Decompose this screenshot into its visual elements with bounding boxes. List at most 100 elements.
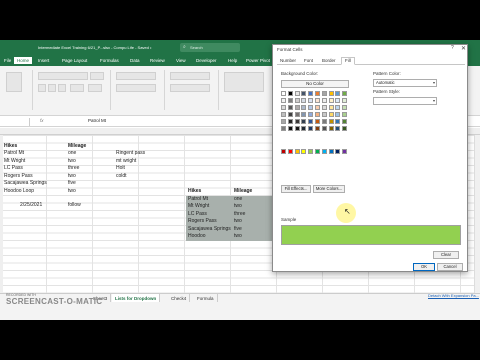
search-box[interactable]: ⌕ Search bbox=[180, 43, 240, 52]
color-swatch[interactable] bbox=[281, 119, 286, 124]
color-swatch[interactable] bbox=[294, 91, 300, 96]
color-swatch[interactable] bbox=[301, 149, 307, 154]
underline-button[interactable] bbox=[58, 84, 66, 92]
color-swatch[interactable] bbox=[321, 149, 327, 154]
color-swatch[interactable] bbox=[294, 98, 300, 103]
color-swatch[interactable] bbox=[315, 105, 320, 110]
color-swatch[interactable] bbox=[328, 98, 334, 103]
color-swatch[interactable] bbox=[342, 98, 348, 103]
styles-group[interactable] bbox=[224, 72, 264, 92]
color-swatch[interactable] bbox=[342, 126, 348, 131]
color-swatch[interactable] bbox=[301, 98, 307, 103]
number-format-buttons[interactable] bbox=[170, 84, 210, 92]
color-swatch[interactable] bbox=[308, 119, 314, 124]
color-swatch[interactable] bbox=[308, 149, 314, 154]
color-swatch[interactable] bbox=[301, 105, 307, 110]
color-swatch[interactable] bbox=[342, 119, 348, 124]
tab-number[interactable]: Number bbox=[277, 58, 299, 63]
table-cell[interactable]: two bbox=[232, 233, 272, 241]
color-swatch[interactable] bbox=[342, 105, 348, 110]
color-swatch[interactable] bbox=[321, 98, 327, 103]
color-swatch[interactable] bbox=[321, 119, 327, 124]
cell-extra[interactable]: mt wright bbox=[116, 158, 136, 164]
fill-effects-button[interactable]: Fill Effects... bbox=[281, 185, 311, 193]
status-link[interactable]: Detach With Expansion Pa... bbox=[428, 293, 479, 298]
menu-file[interactable]: File bbox=[4, 58, 11, 63]
close-icon[interactable]: ✕ bbox=[461, 45, 466, 52]
color-swatch[interactable] bbox=[301, 126, 307, 131]
cell-extra[interactable]: Ringent pass bbox=[116, 150, 145, 156]
cell-fill-label[interactable]: follow bbox=[68, 202, 81, 208]
help-icon[interactable]: ? bbox=[451, 45, 454, 51]
pattern-color-select[interactable]: Automatic ▾ bbox=[373, 79, 437, 87]
color-swatch[interactable] bbox=[287, 126, 293, 131]
color-swatch[interactable] bbox=[328, 91, 334, 96]
table-cell[interactable]: Rogers Pass bbox=[186, 218, 232, 226]
color-swatch[interactable] bbox=[281, 98, 286, 103]
formula-content[interactable]: Patrol Mt bbox=[88, 118, 106, 123]
menu-view[interactable]: View bbox=[176, 58, 186, 63]
color-swatch[interactable] bbox=[294, 112, 300, 117]
color-swatch[interactable] bbox=[328, 112, 334, 117]
name-box[interactable] bbox=[0, 118, 30, 126]
bold-button[interactable] bbox=[38, 84, 46, 92]
cell-hike[interactable]: Hoodoo Loop bbox=[4, 188, 34, 194]
menu-help[interactable]: Help bbox=[228, 58, 237, 63]
color-swatch[interactable] bbox=[315, 112, 320, 117]
color-swatch[interactable] bbox=[321, 126, 327, 131]
cell-extra[interactable]: Holt bbox=[116, 165, 125, 171]
alignment-group-2[interactable] bbox=[116, 84, 156, 92]
menu-insert[interactable]: Insert bbox=[38, 58, 49, 63]
color-swatch[interactable] bbox=[294, 119, 300, 124]
color-swatch[interactable] bbox=[294, 126, 300, 131]
menu-power-pivot[interactable]: Power Pivot bbox=[246, 58, 270, 63]
color-swatch[interactable] bbox=[315, 119, 320, 124]
table-cell[interactable]: two bbox=[232, 203, 272, 211]
color-swatch[interactable] bbox=[287, 105, 293, 110]
menu-developer[interactable]: Developer bbox=[196, 58, 217, 63]
cell-mileage[interactable]: five bbox=[68, 180, 76, 186]
no-color-button[interactable]: No Color bbox=[281, 80, 349, 88]
menu-home[interactable]: Home bbox=[14, 57, 33, 64]
color-swatch[interactable] bbox=[287, 112, 293, 117]
cell-date[interactable]: 2/25/2021 bbox=[20, 202, 42, 208]
color-swatch[interactable] bbox=[328, 119, 334, 124]
color-swatch[interactable] bbox=[335, 149, 341, 154]
cell-mileage[interactable]: three bbox=[68, 165, 79, 171]
font-name-select[interactable] bbox=[38, 72, 88, 80]
tab-font[interactable]: Font bbox=[301, 58, 316, 63]
color-swatch[interactable] bbox=[315, 98, 320, 103]
cell-hikes-header[interactable]: Hikes bbox=[4, 143, 17, 149]
color-swatch[interactable] bbox=[301, 119, 307, 124]
color-swatch[interactable] bbox=[335, 91, 341, 96]
cell-mileage[interactable]: one bbox=[68, 150, 76, 156]
table-cell[interactable]: three bbox=[232, 210, 272, 218]
color-swatch[interactable] bbox=[321, 91, 327, 96]
color-swatch[interactable] bbox=[301, 112, 307, 117]
cell-hike[interactable]: Patrol Mt bbox=[4, 150, 24, 156]
color-swatch[interactable] bbox=[281, 91, 286, 96]
color-swatch[interactable] bbox=[308, 105, 314, 110]
tab-border[interactable]: Border bbox=[319, 58, 339, 63]
menu-formulas[interactable]: Formulas bbox=[100, 58, 119, 63]
cell-hike[interactable]: Sacajawea Springs bbox=[4, 180, 47, 186]
menu-page-layout[interactable]: Page Layout bbox=[62, 58, 87, 63]
more-colors-button[interactable]: More Colors... bbox=[313, 185, 345, 193]
table-cell[interactable]: Sacajawea Springs bbox=[186, 225, 232, 233]
color-swatch[interactable] bbox=[328, 126, 334, 131]
table-cell[interactable]: two bbox=[232, 218, 272, 226]
cell-hike[interactable]: Rogers Pass bbox=[4, 173, 33, 179]
number-format-select[interactable] bbox=[170, 72, 210, 80]
cell-mileage[interactable]: two bbox=[68, 188, 76, 194]
cell-mileage-header[interactable]: Mileage bbox=[68, 143, 86, 149]
color-swatch[interactable] bbox=[335, 112, 341, 117]
cell-hike[interactable]: Mt Wright bbox=[4, 158, 25, 164]
color-swatch[interactable] bbox=[281, 126, 286, 131]
table-header-mileage[interactable]: Mileage bbox=[232, 188, 272, 196]
pattern-style-select[interactable]: ▾ bbox=[373, 97, 437, 105]
color-swatch[interactable] bbox=[315, 126, 320, 131]
color-swatch[interactable] bbox=[308, 126, 314, 131]
borders-button[interactable] bbox=[70, 84, 84, 92]
color-swatch[interactable] bbox=[281, 149, 286, 154]
color-swatch[interactable] bbox=[335, 126, 341, 131]
